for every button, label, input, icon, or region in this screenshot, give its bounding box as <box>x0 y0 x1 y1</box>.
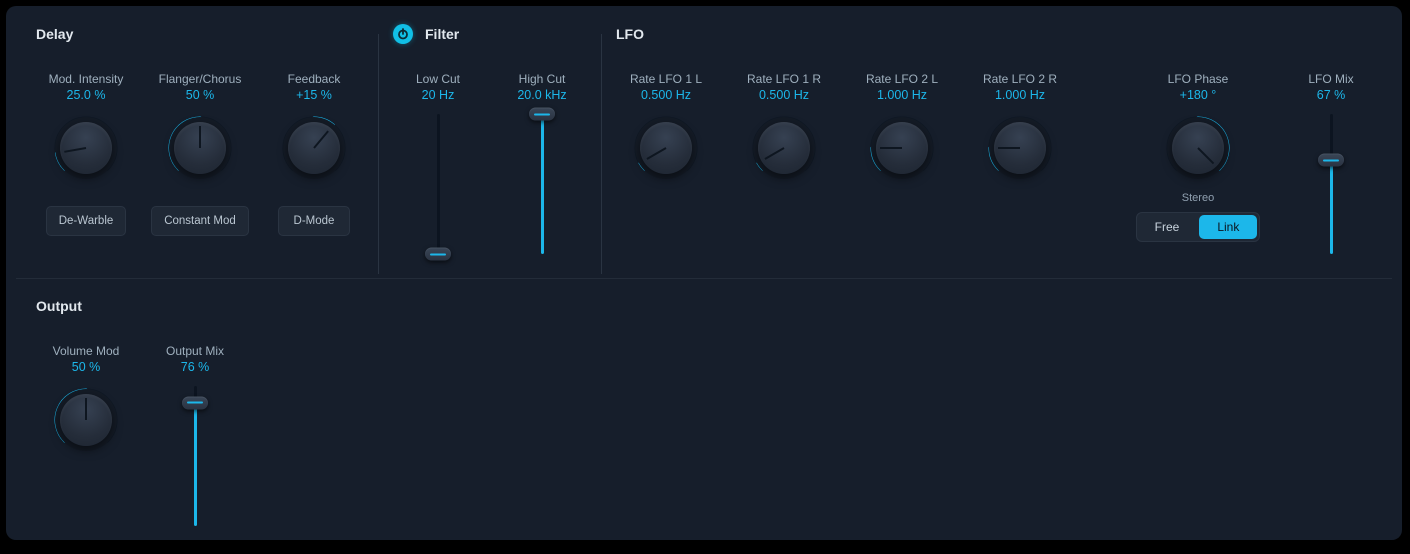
knob-rate-lfo-2r[interactable] <box>988 116 1052 180</box>
filter-title: Filter <box>425 26 459 42</box>
value-mod-intensity: 25.0 % <box>67 88 106 102</box>
section-filter: Filter Low Cut 20 Hz High Cut 20.0 kHz <box>393 24 587 254</box>
control-lfo-phase: LFO Phase +180 ° Stereo Free Link <box>1128 72 1268 254</box>
top-row: Delay Mod. Intensity 25.0 % De-Warble Fl… <box>36 24 1372 274</box>
section-output: Output Volume Mod 50 % Output Mix 76 % <box>36 296 240 526</box>
value-low-cut: 20 Hz <box>422 88 455 102</box>
filter-power-button[interactable] <box>393 24 413 44</box>
control-rate-lfo-1l: Rate LFO 1 L 0.500 Hz <box>616 72 716 254</box>
label-feedback: Feedback <box>288 72 341 86</box>
divider-2 <box>601 34 602 274</box>
control-volume-mod: Volume Mod 50 % <box>36 344 136 526</box>
stereo-label: Stereo <box>1182 192 1214 204</box>
output-title: Output <box>36 296 240 316</box>
label-lfo-mix: LFO Mix <box>1308 72 1353 86</box>
knob-flanger-chorus[interactable] <box>168 116 232 180</box>
label-flanger-chorus: Flanger/Chorus <box>159 72 242 86</box>
control-feedback: Feedback +15 % D-Mode <box>264 72 364 236</box>
label-high-cut: High Cut <box>519 72 566 86</box>
value-lfo-mix: 67 % <box>1317 88 1346 102</box>
label-mod-intensity: Mod. Intensity <box>49 72 124 86</box>
delay-title: Delay <box>36 24 364 44</box>
power-icon <box>397 28 409 40</box>
divider-1 <box>378 34 379 274</box>
button-constant-mod[interactable]: Constant Mod <box>151 206 249 236</box>
section-lfo: LFO Rate LFO 1 L 0.500 Hz Rate LFO 1 R 0… <box>616 24 1376 254</box>
button-de-warble[interactable]: De-Warble <box>46 206 127 236</box>
knob-lfo-phase[interactable] <box>1166 116 1230 180</box>
label-rate-lfo-1r: Rate LFO 1 R <box>747 72 821 86</box>
section-delay: Delay Mod. Intensity 25.0 % De-Warble Fl… <box>36 24 364 236</box>
knob-feedback[interactable] <box>282 116 346 180</box>
lfo-title: LFO <box>616 24 1376 44</box>
control-rate-lfo-2r: Rate LFO 2 R 1.000 Hz <box>970 72 1070 254</box>
control-rate-lfo-2l: Rate LFO 2 L 1.000 Hz <box>852 72 952 254</box>
value-rate-lfo-2r: 1.000 Hz <box>995 88 1045 102</box>
label-rate-lfo-2l: Rate LFO 2 L <box>866 72 938 86</box>
label-volume-mod: Volume Mod <box>53 344 120 358</box>
control-output-mix: Output Mix 76 % <box>150 344 240 526</box>
value-lfo-phase: +180 ° <box>1180 88 1217 102</box>
slider-high-cut[interactable] <box>528 114 556 254</box>
slider-output-mix[interactable] <box>181 386 209 526</box>
button-d-mode[interactable]: D-Mode <box>278 206 350 236</box>
horizontal-divider <box>16 278 1392 279</box>
slider-lfo-mix[interactable] <box>1317 114 1345 254</box>
control-low-cut: Low Cut 20 Hz <box>393 72 483 254</box>
label-rate-lfo-2r: Rate LFO 2 R <box>983 72 1057 86</box>
control-mod-intensity: Mod. Intensity 25.0 % De-Warble <box>36 72 136 236</box>
stereo-option-link[interactable]: Link <box>1199 215 1257 239</box>
label-output-mix: Output Mix <box>166 344 224 358</box>
value-rate-lfo-1r: 0.500 Hz <box>759 88 809 102</box>
stereo-segment: Free Link <box>1136 212 1261 242</box>
control-rate-lfo-1r: Rate LFO 1 R 0.500 Hz <box>734 72 834 254</box>
control-flanger-chorus: Flanger/Chorus 50 % Constant Mod <box>150 72 250 236</box>
value-output-mix: 76 % <box>181 360 210 374</box>
knob-volume-mod[interactable] <box>54 388 118 452</box>
knob-rate-lfo-2l[interactable] <box>870 116 934 180</box>
label-rate-lfo-1l: Rate LFO 1 L <box>630 72 702 86</box>
control-lfo-mix: LFO Mix 67 % <box>1286 72 1376 254</box>
knob-rate-lfo-1r[interactable] <box>752 116 816 180</box>
value-volume-mod: 50 % <box>72 360 101 374</box>
value-rate-lfo-1l: 0.500 Hz <box>641 88 691 102</box>
label-low-cut: Low Cut <box>416 72 460 86</box>
value-high-cut: 20.0 kHz <box>517 88 566 102</box>
fx-panel: Delay Mod. Intensity 25.0 % De-Warble Fl… <box>6 6 1402 540</box>
value-flanger-chorus: 50 % <box>186 88 215 102</box>
control-high-cut: High Cut 20.0 kHz <box>497 72 587 254</box>
knob-mod-intensity[interactable] <box>54 116 118 180</box>
knob-rate-lfo-1l[interactable] <box>634 116 698 180</box>
slider-low-cut[interactable] <box>424 114 452 254</box>
value-rate-lfo-2l: 1.000 Hz <box>877 88 927 102</box>
stereo-option-free[interactable]: Free <box>1137 213 1198 241</box>
value-feedback: +15 % <box>296 88 332 102</box>
label-lfo-phase: LFO Phase <box>1168 72 1229 86</box>
